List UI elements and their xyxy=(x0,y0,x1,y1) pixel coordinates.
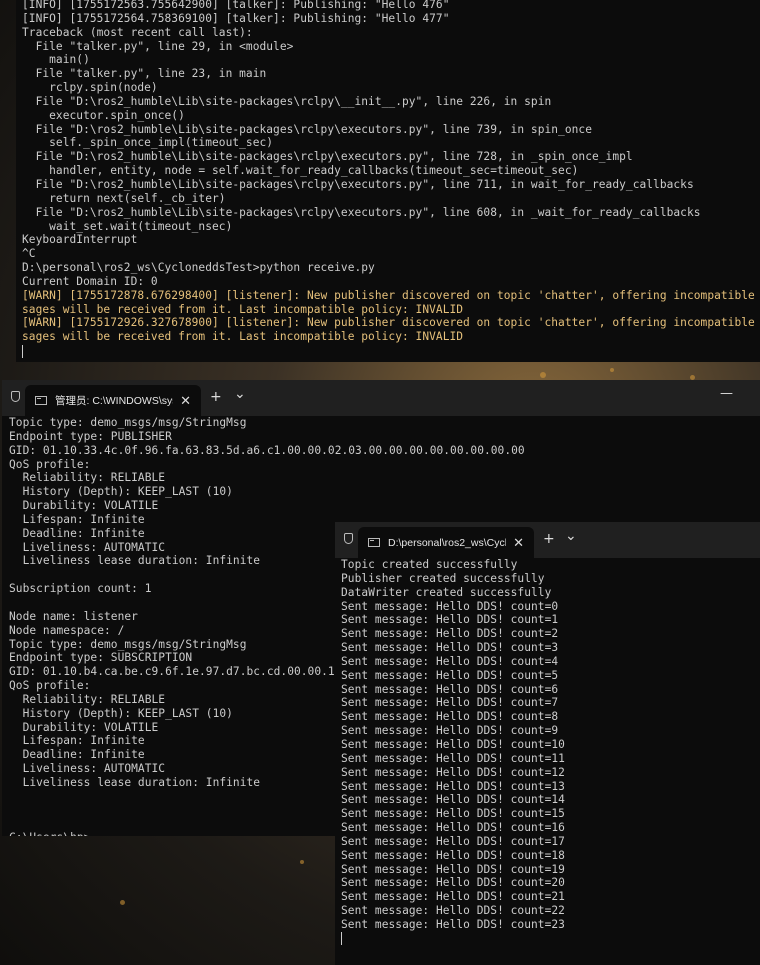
terminal-line: ^C xyxy=(22,247,36,261)
terminal-line: Sent message: Hello DDS! count=16 xyxy=(341,821,565,835)
terminal-line: [INFO] [1755172564.758369100] [talker]: … xyxy=(22,11,450,25)
terminal-line: Topic created successfully xyxy=(341,558,518,571)
terminal-line: Sent message: Hello DDS! count=19 xyxy=(341,862,565,876)
terminal-line: Sent message: Hello DDS! count=5 xyxy=(341,668,559,682)
terminal-line: Sent message: Hello DDS! count=15 xyxy=(341,807,565,821)
tab-cyclonedds-test[interactable]: D:\personal\ros2_ws\CycloneddsTest ✕ xyxy=(358,527,534,558)
text-cursor xyxy=(22,344,760,358)
terminal-output: Topic created successfully Publisher crea… xyxy=(341,558,565,946)
terminal-window-top[interactable]: [INFO] [1755172563.755642900] [talker]: … xyxy=(16,0,760,362)
terminal-line: Sent message: Hello DDS! count=21 xyxy=(341,890,565,904)
terminal-line: File "talker.py", line 23, in main xyxy=(22,67,267,81)
terminal-line: KeyboardInterrupt xyxy=(22,233,138,247)
terminal-line: Sent message: Hello DDS! count=22 xyxy=(341,904,565,918)
tab-bar: 管理员: C:\WINDOWS\system32\cmd.exe ✕ + ⌄ — xyxy=(2,380,760,416)
terminal-line: Sent message: Hello DDS! count=18 xyxy=(341,848,565,862)
terminal-line: sages will be received from it. Last inc… xyxy=(22,302,464,316)
terminal-line: [WARN] [1755172926.327678900] [listener]… xyxy=(22,316,760,330)
terminal-window-cyclonedds[interactable]: D:\personal\ros2_ws\CycloneddsTest ✕ + ⌄… xyxy=(335,522,760,965)
terminal-line: Publisher created successfully xyxy=(341,571,545,585)
terminal-line: Sent message: Hello DDS! count=9 xyxy=(341,724,559,738)
terminal-line: File "D:\ros2_humble\Lib\site-packages\r… xyxy=(22,150,633,164)
terminal-line: Sent message: Hello DDS! count=7 xyxy=(341,696,559,710)
terminal-line: Sent message: Hello DDS! count=3 xyxy=(341,641,559,655)
terminal-line: executor.spin_once() xyxy=(22,108,185,122)
terminal-line: Sent message: Hello DDS! count=1 xyxy=(341,613,559,627)
terminal-line: Traceback (most recent call last): xyxy=(22,25,253,39)
terminal-line: QoS profile: xyxy=(9,457,91,471)
terminal-line: Sent message: Hello DDS! count=12 xyxy=(341,765,565,779)
new-tab-button[interactable]: + xyxy=(543,531,555,547)
terminal-line: Sent message: Hello DDS! count=13 xyxy=(341,779,565,793)
terminal-line: return next(self._cb_iter) xyxy=(22,191,226,205)
shield-icon xyxy=(11,391,20,402)
terminal-line: D:\personal\ros2_ws\CycloneddsTest>pytho… xyxy=(22,261,375,275)
terminal-line: [WARN] [1755172878.676298400] [listener]… xyxy=(22,288,760,302)
terminal-line: Sent message: Hello DDS! count=6 xyxy=(341,682,559,696)
terminal-line: GID: 01.10.33.4c.0f.96.fa.63.83.5d.a6.c1… xyxy=(9,443,525,457)
terminal-line: Sent message: Hello DDS! count=17 xyxy=(341,834,565,848)
terminal-line: Durability: VOLATILE xyxy=(9,499,159,513)
terminal-line: Current Domain ID: 0 xyxy=(22,274,158,288)
terminal-line: Reliability: RELIABLE xyxy=(9,471,166,485)
terminal-line: main() xyxy=(22,53,90,67)
text-cursor xyxy=(341,932,565,946)
tab-dropdown-icon[interactable]: ⌄ xyxy=(565,528,577,544)
tab-dropdown-icon[interactable]: ⌄ xyxy=(234,386,246,402)
terminal-line: Sent message: Hello DDS! count=4 xyxy=(341,654,559,668)
tab-title: 管理员: C:\WINDOWS\system32\cmd.exe xyxy=(55,395,173,407)
terminal-line: [INFO] [1755172563.755642900] [talker]: … xyxy=(22,0,450,11)
terminal-line: DataWriter created successfully xyxy=(341,585,552,599)
tab-title: D:\personal\ros2_ws\CycloneddsTest xyxy=(388,536,506,549)
terminal-line: Sent message: Hello DDS! count=10 xyxy=(341,737,565,751)
terminal-line: handler, entity, node = self.wait_for_re… xyxy=(22,164,579,178)
terminal-line: Endpoint type: PUBLISHER xyxy=(9,429,172,443)
terminal-output: [INFO] [1755172563.755642900] [talker]: … xyxy=(22,0,760,358)
terminal-line: self._spin_once_impl(timeout_sec) xyxy=(22,136,274,150)
terminal-line: Sent message: Hello DDS! count=0 xyxy=(341,599,559,613)
terminal-line: Sent message: Hello DDS! count=20 xyxy=(341,876,565,890)
terminal-line: File "D:\ros2_humble\Lib\site-packages\r… xyxy=(22,94,552,108)
terminal-line: File "D:\ros2_humble\Lib\site-packages\r… xyxy=(22,122,592,136)
new-tab-button[interactable]: + xyxy=(210,389,222,405)
terminal-line: wait_set.wait(timeout_nsec) xyxy=(22,219,233,233)
terminal-line: Sent message: Hello DDS! count=8 xyxy=(341,710,559,724)
terminal-line: File "D:\ros2_humble\Lib\site-packages\r… xyxy=(22,205,701,219)
shield-icon xyxy=(344,533,353,544)
terminal-line: Sent message: Hello DDS! count=2 xyxy=(341,627,559,641)
terminal-line: rclpy.spin(node) xyxy=(22,81,158,95)
tab-cmd-admin[interactable]: 管理员: C:\WINDOWS\system32\cmd.exe ✕ xyxy=(25,385,201,416)
terminal-line: Sent message: Hello DDS! count=14 xyxy=(341,793,565,807)
close-tab-icon[interactable]: ✕ xyxy=(180,393,191,409)
minimize-button[interactable]: — xyxy=(720,386,733,401)
terminal-icon xyxy=(368,538,380,547)
close-tab-icon[interactable]: ✕ xyxy=(513,535,524,551)
terminal-line: History (Depth): KEEP_LAST (10) xyxy=(9,485,233,499)
terminal-line: Sent message: Hello DDS! count=11 xyxy=(341,751,565,765)
terminal-line: File "talker.py", line 29, in <module> xyxy=(22,39,294,53)
terminal-line: sages will be received from it. Last inc… xyxy=(22,330,464,344)
terminal-icon xyxy=(35,396,47,405)
terminal-line: Topic type: demo_msgs/msg/StringMsg xyxy=(9,416,247,429)
terminal-line: Sent message: Hello DDS! count=23 xyxy=(341,917,565,931)
tab-bar: D:\personal\ros2_ws\CycloneddsTest ✕ + ⌄ xyxy=(335,522,760,558)
terminal-line: File "D:\ros2_humble\Lib\site-packages\r… xyxy=(22,177,694,191)
